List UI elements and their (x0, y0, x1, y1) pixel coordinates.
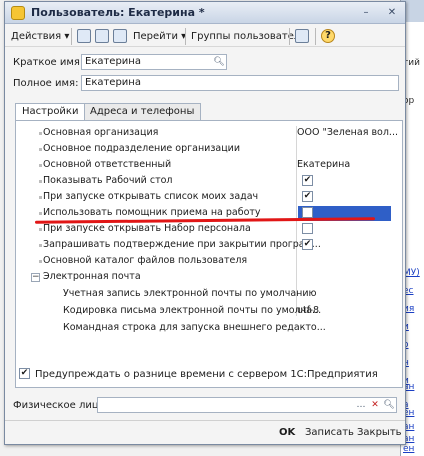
row-marker (39, 132, 42, 135)
add-icon[interactable] (77, 29, 91, 43)
row-marker (39, 148, 42, 151)
toolbar-separator (71, 28, 72, 45)
help-icon[interactable]: ? (321, 29, 335, 43)
setting-name: Запрашивать подтверждение при закрытии п… (43, 239, 321, 250)
row-marker (39, 228, 42, 231)
ok-button[interactable]: OK (279, 427, 295, 438)
minimize-icon[interactable]: – (359, 6, 373, 20)
select-button[interactable]: … (354, 398, 368, 412)
hiring-assistant-checkbox[interactable] (302, 207, 313, 218)
setting-group-name: Электронная почта (43, 271, 141, 282)
tab-settings[interactable]: Настройки (15, 103, 86, 120)
table-row[interactable]: При запуске открывать Набор персонала (15, 222, 401, 237)
time-warning-checkbox[interactable]: ✔ (19, 368, 30, 379)
actions-menu-button[interactable]: Действия ▾ (11, 29, 69, 44)
setting-name: Использовать помощник приема на работу (43, 207, 261, 218)
row-marker (39, 164, 42, 167)
setting-name: Основная организация (43, 127, 159, 138)
toolbar: Действия ▾ Перейти ▾ Группы пользователя… (5, 25, 405, 47)
short-name-label: Краткое имя: (13, 57, 84, 68)
close-button[interactable]: Закрыть (357, 427, 402, 438)
short-name-value: Екатерина (85, 56, 141, 67)
table-row[interactable]: Запрашивать подтверждение при закрытии п… (15, 238, 401, 253)
window-title: Пользователь: Екатерина * (31, 6, 205, 19)
physical-person-label: Физическое лицо: (13, 400, 109, 411)
user-icon[interactable] (295, 29, 309, 43)
open-tasks-checkbox[interactable]: ✔ (302, 191, 313, 202)
table-row[interactable]: Основной каталог файлов пользователя (15, 254, 401, 269)
physical-person-field[interactable]: … ✕ 🔍︎ (97, 397, 397, 413)
table-row[interactable]: При запуске открывать список моих задач … (15, 190, 401, 205)
row-marker (39, 196, 42, 199)
save-button[interactable]: Записать (305, 427, 354, 438)
setting-name: При запуске открывать Набор персонала (43, 223, 251, 234)
table-row[interactable]: Учетная запись электронной почты по умол… (15, 287, 401, 302)
refresh-icon[interactable] (95, 29, 109, 43)
full-name-label: Полное имя: (13, 78, 79, 89)
print-icon[interactable] (113, 29, 127, 43)
toolbar-separator (185, 28, 186, 45)
table-row[interactable]: Основной ответственный Екатерина (15, 158, 401, 173)
table-row[interactable]: Показывать Рабочий стол ✔ (15, 174, 401, 189)
short-name-field[interactable]: Екатерина 🔍︎ (81, 54, 227, 70)
table-row[interactable]: Командная строка для запуска внешнего ре… (15, 321, 401, 336)
setting-name: Основной ответственный (43, 159, 172, 170)
full-name-field[interactable]: Екатерина (81, 75, 399, 91)
toolbar-separator (289, 28, 290, 45)
clear-icon[interactable]: ✕ (368, 398, 382, 412)
open-recruitment-checkbox[interactable] (302, 223, 313, 234)
row-marker (39, 244, 42, 247)
titlebar[interactable]: Пользователь: Екатерина * – ✕ (5, 2, 405, 24)
setting-name: Учетная запись электронной почты по умол… (63, 288, 317, 299)
table-row[interactable]: Основное подразделение организации (15, 142, 401, 157)
app-icon (11, 6, 25, 20)
setting-value[interactable]: utf-8 (297, 305, 319, 316)
row-marker (39, 260, 42, 263)
full-name-value: Екатерина (85, 77, 141, 88)
bg-link[interactable]: ен (403, 444, 414, 454)
time-warning-label: Предупреждать о разнице времени с сервер… (35, 369, 378, 380)
show-desktop-checkbox[interactable]: ✔ (302, 175, 313, 186)
setting-value[interactable]: Екатерина (297, 159, 350, 170)
user-form-window: Пользователь: Екатерина * – ✕ Действия ▾… (4, 1, 406, 445)
search-icon[interactable]: 🔍︎ (382, 398, 396, 412)
footer-bar: OK Записать Закрыть (5, 420, 405, 444)
setting-value[interactable]: ООО "Зеленая вол... (297, 127, 398, 138)
setting-name: Показывать Рабочий стол (43, 175, 173, 186)
row-marker (39, 180, 42, 183)
search-icon[interactable]: 🔍︎ (212, 55, 226, 69)
setting-name: При запуске открывать список моих задач (43, 191, 259, 202)
setting-name: Основной каталог файлов пользователя (43, 255, 248, 266)
table-row[interactable]: Кодировка письма электронной почты по ум… (15, 304, 401, 319)
close-icon[interactable]: ✕ (385, 6, 399, 20)
toolbar-separator (315, 28, 316, 45)
table-row-group[interactable]: − Электронная почта (15, 270, 401, 285)
setting-name: Командная строка для запуска внешнего ре… (63, 322, 326, 333)
confirm-exit-checkbox[interactable]: ✔ (302, 239, 313, 250)
row-marker (39, 212, 42, 215)
goto-menu-button[interactable]: Перейти ▾ (133, 29, 186, 44)
tab-addresses-phones[interactable]: Адреса и телефоны (83, 103, 202, 120)
collapse-icon[interactable]: − (31, 273, 40, 282)
setting-name: Кодировка письма электронной почты по ум… (63, 305, 322, 316)
table-row[interactable]: Основная организация ООО "Зеленая вол... (15, 126, 401, 141)
setting-name: Основное подразделение организации (43, 143, 241, 154)
